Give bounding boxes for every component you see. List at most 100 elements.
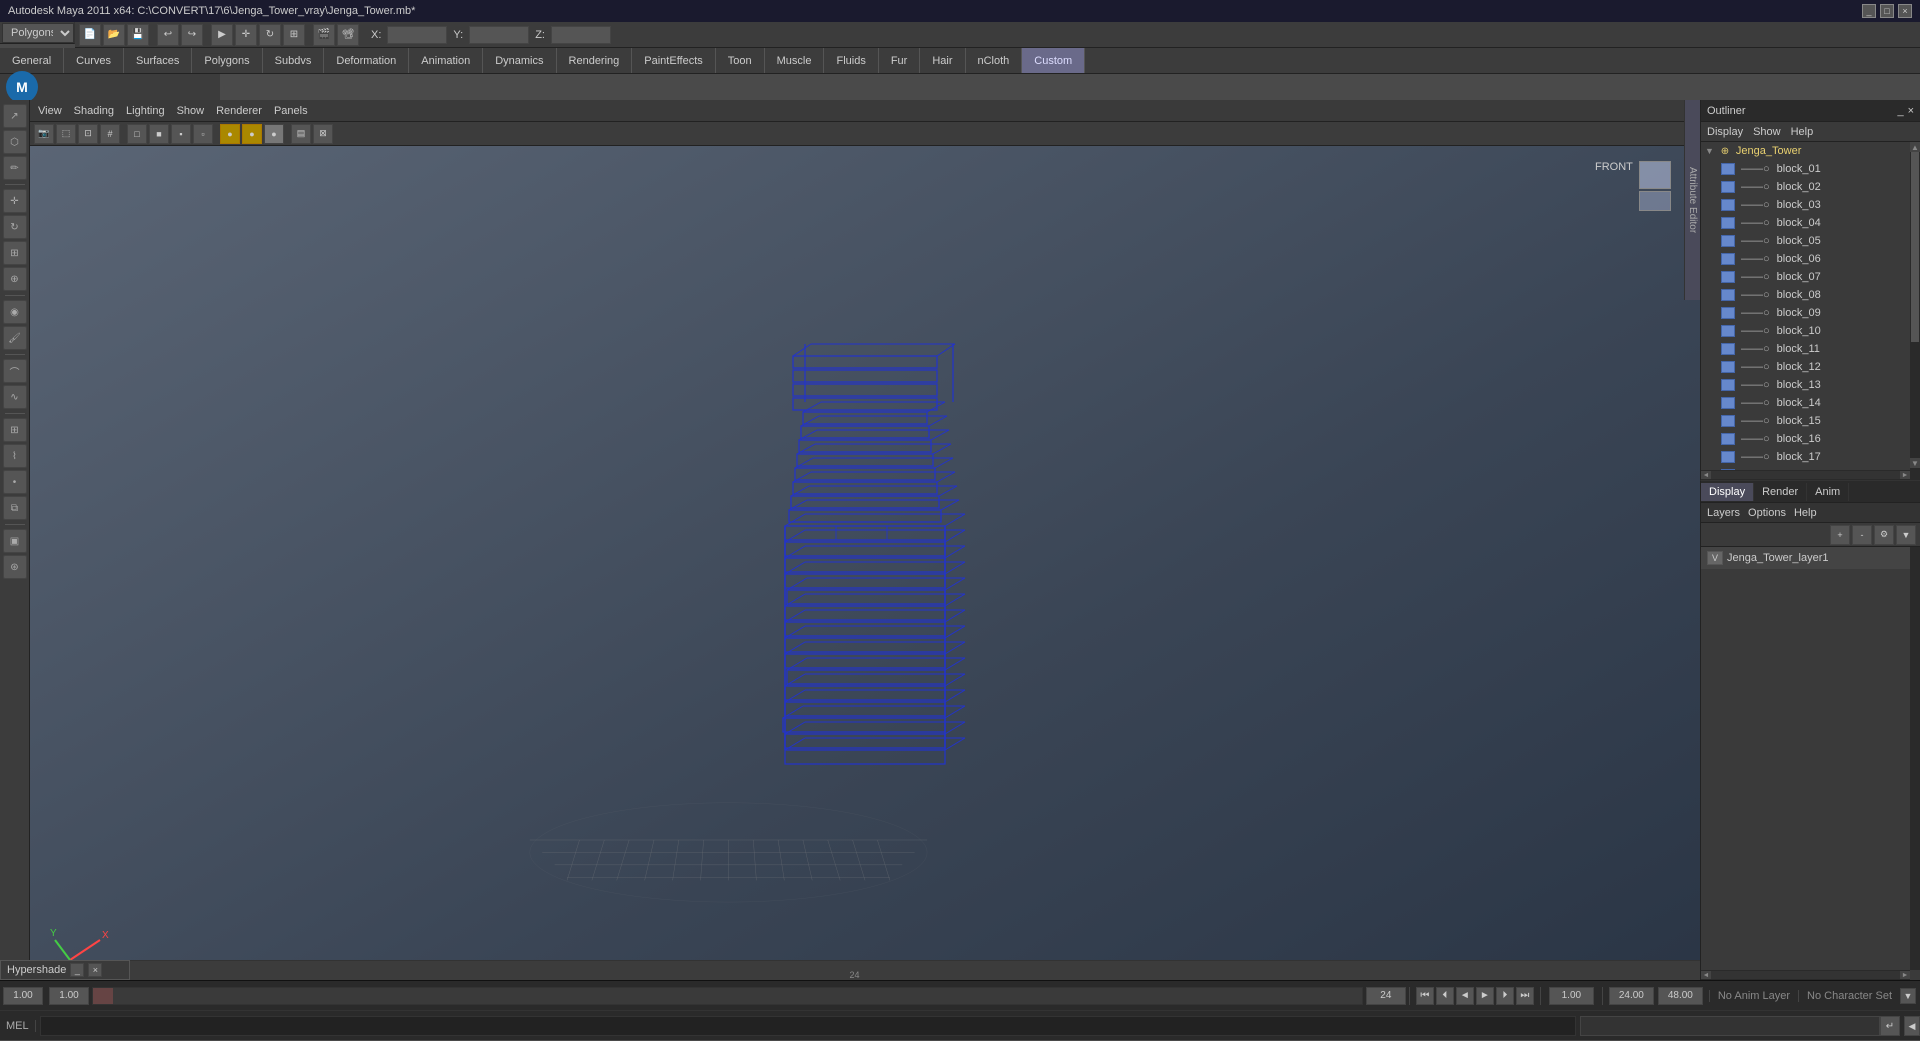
tab-polygons[interactable]: Polygons (192, 48, 262, 73)
snap-view-button[interactable]: ⧉ (3, 496, 27, 520)
ep-curve-button[interactable]: ∿ (3, 385, 27, 409)
outliner-item-block01[interactable]: ——○ block_01 (1701, 160, 1920, 178)
no-character-set-label[interactable]: No Character Set (1798, 990, 1900, 1002)
tab-custom[interactable]: Custom (1022, 48, 1085, 73)
outliner-menu-show[interactable]: Show (1753, 126, 1781, 138)
viewport-menu-view[interactable]: View (38, 105, 62, 117)
maximize-button[interactable]: □ (1880, 4, 1894, 18)
range-end-input[interactable] (1366, 987, 1406, 1005)
tab-anim[interactable]: Anim (1807, 483, 1849, 501)
scroll-left-button[interactable]: ◄ (1701, 971, 1711, 979)
scroll-right-button[interactable]: ► (1900, 471, 1910, 479)
outliner-item-block11[interactable]: ——○ block_11 (1701, 340, 1920, 358)
rotate-tool-button[interactable]: ↻ (259, 24, 281, 46)
soft-mod-button[interactable]: ◉ (3, 300, 27, 324)
mel-input-field[interactable] (1580, 1016, 1880, 1036)
outliner-scrollbar[interactable]: ▼ ▲ (1910, 142, 1920, 480)
outliner-item-block13[interactable]: ——○ block_13 (1701, 376, 1920, 394)
tab-muscle[interactable]: Muscle (765, 48, 825, 73)
tab-display[interactable]: Display (1701, 483, 1754, 501)
outliner-item-block14[interactable]: ——○ block_14 (1701, 394, 1920, 412)
tab-render[interactable]: Render (1754, 483, 1807, 501)
scale-tool-button[interactable]: ⊞ (283, 24, 305, 46)
translate-tool-button[interactable]: ✛ (235, 24, 257, 46)
timeline-track[interactable] (92, 987, 1363, 1005)
go-start-button[interactable]: ⏮ (1416, 987, 1434, 1005)
layers-hscrollbar-track[interactable] (1711, 971, 1900, 979)
anim-end-input[interactable] (1658, 987, 1703, 1005)
vp-bounding-button[interactable]: ▫ (193, 124, 213, 144)
layer-options-button[interactable]: ⚙ (1874, 525, 1894, 545)
tab-ncloth[interactable]: nCloth (966, 48, 1023, 73)
new-scene-button[interactable]: 📄 (79, 24, 101, 46)
tab-animation[interactable]: Animation (409, 48, 483, 73)
save-scene-button[interactable]: 💾 (127, 24, 149, 46)
tab-curves[interactable]: Curves (64, 48, 124, 73)
snap-curve-button[interactable]: ⌇ (3, 444, 27, 468)
no-anim-layer-label[interactable]: No Anim Layer (1709, 990, 1798, 1002)
play-forward-button[interactable]: ► (1476, 987, 1494, 1005)
rotate-button[interactable]: ↻ (3, 215, 27, 239)
outliner-item-block17[interactable]: ——○ block_17 (1701, 448, 1920, 466)
prev-frame-button[interactable]: ⏴ (1436, 987, 1454, 1005)
layers-menu-layers[interactable]: Layers (1707, 507, 1740, 519)
hypershade-minimize-button[interactable]: _ (70, 963, 84, 977)
outliner-item-block02[interactable]: ——○ block_02 (1701, 178, 1920, 196)
viewport-menu-shading[interactable]: Shading (74, 105, 114, 117)
viewport-menu-renderer[interactable]: Renderer (216, 105, 262, 117)
outliner-scroll-down[interactable]: ▼ (1910, 458, 1920, 468)
outliner-menu-display[interactable]: Display (1707, 126, 1743, 138)
next-frame-button[interactable]: ⏵ (1496, 987, 1514, 1005)
vp-xray-button[interactable]: ⊠ (313, 124, 333, 144)
window-controls[interactable]: _ □ × (1862, 4, 1912, 18)
vp-grid-button[interactable]: # (100, 124, 120, 144)
outliner-item-jenga-tower[interactable]: ▼ ⊕ Jenga_Tower (1701, 142, 1920, 160)
attribute-editor-tab[interactable]: Attribute Editor (1684, 100, 1700, 300)
layer-item[interactable]: V Jenga_Tower_layer1 (1701, 547, 1920, 569)
outliner-scroll-up[interactable]: ▲ (1910, 142, 1920, 152)
snap-point-button[interactable]: • (3, 470, 27, 494)
mode-selector[interactable]: Polygons (2, 23, 74, 43)
mel-execute-button[interactable]: ↵ (1880, 1016, 1900, 1036)
outliner-item-block10[interactable]: ——○ block_10 (1701, 322, 1920, 340)
vp-wireframe-button[interactable]: □ (127, 124, 147, 144)
tab-painteffects[interactable]: PaintEffects (632, 48, 716, 73)
render-button[interactable]: 🎬 (313, 24, 335, 46)
z-coord-field[interactable] (551, 26, 611, 44)
outliner-item-block09[interactable]: ——○ block_09 (1701, 304, 1920, 322)
outliner-item-block08[interactable]: ——○ block_08 (1701, 286, 1920, 304)
vp-light1-button[interactable]: ● (220, 124, 240, 144)
outliner-item-block03[interactable]: ——○ block_03 (1701, 196, 1920, 214)
tab-surfaces[interactable]: Surfaces (124, 48, 192, 73)
anim-start-input[interactable] (1609, 987, 1654, 1005)
universal-manip-button[interactable]: ⊕ (3, 267, 27, 291)
open-scene-button[interactable]: 📂 (103, 24, 125, 46)
layers-vscrollbar[interactable] (1910, 547, 1920, 970)
redo-button[interactable]: ↪ (181, 24, 203, 46)
y-coord-field[interactable] (469, 26, 529, 44)
frame-number-input[interactable] (1549, 987, 1594, 1005)
ipr-button[interactable]: 📽 (337, 24, 359, 46)
outliner-minimize-button[interactable]: _ (1897, 105, 1903, 117)
timeline-ruler[interactable]: 1 24 (0, 960, 1700, 980)
sculpt-button[interactable]: 🖌 (3, 326, 27, 350)
layers-hscrollbar[interactable]: ◄ ► (1701, 970, 1910, 980)
create-layer-button[interactable]: + (1830, 525, 1850, 545)
viewport-navigation-cube[interactable]: FRONT (1595, 161, 1675, 221)
x-coord-field[interactable] (387, 26, 447, 44)
outliner-item-block04[interactable]: ——○ block_04 (1701, 214, 1920, 232)
tab-deformation[interactable]: Deformation (324, 48, 409, 73)
tab-dynamics[interactable]: Dynamics (483, 48, 556, 73)
outliner-close-button[interactable]: × (1908, 105, 1914, 117)
minimize-button[interactable]: _ (1862, 4, 1876, 18)
paint-select-button[interactable]: ✏ (3, 156, 27, 180)
tab-rendering[interactable]: Rendering (557, 48, 633, 73)
outliner-item-block07[interactable]: ——○ block_07 (1701, 268, 1920, 286)
layer-more-button[interactable]: ▼ (1896, 525, 1916, 545)
viewport-3d[interactable]: .jblock { fill: none; stroke: #2233cc; s… (30, 146, 1700, 1000)
outliner-menu-help[interactable]: Help (1791, 126, 1814, 138)
undo-button[interactable]: ↩ (157, 24, 179, 46)
timeline-scroll-button[interactable]: ▼ (1900, 988, 1916, 1004)
outliner-item-block05[interactable]: ——○ block_05 (1701, 232, 1920, 250)
tab-fluids[interactable]: Fluids (824, 48, 878, 73)
